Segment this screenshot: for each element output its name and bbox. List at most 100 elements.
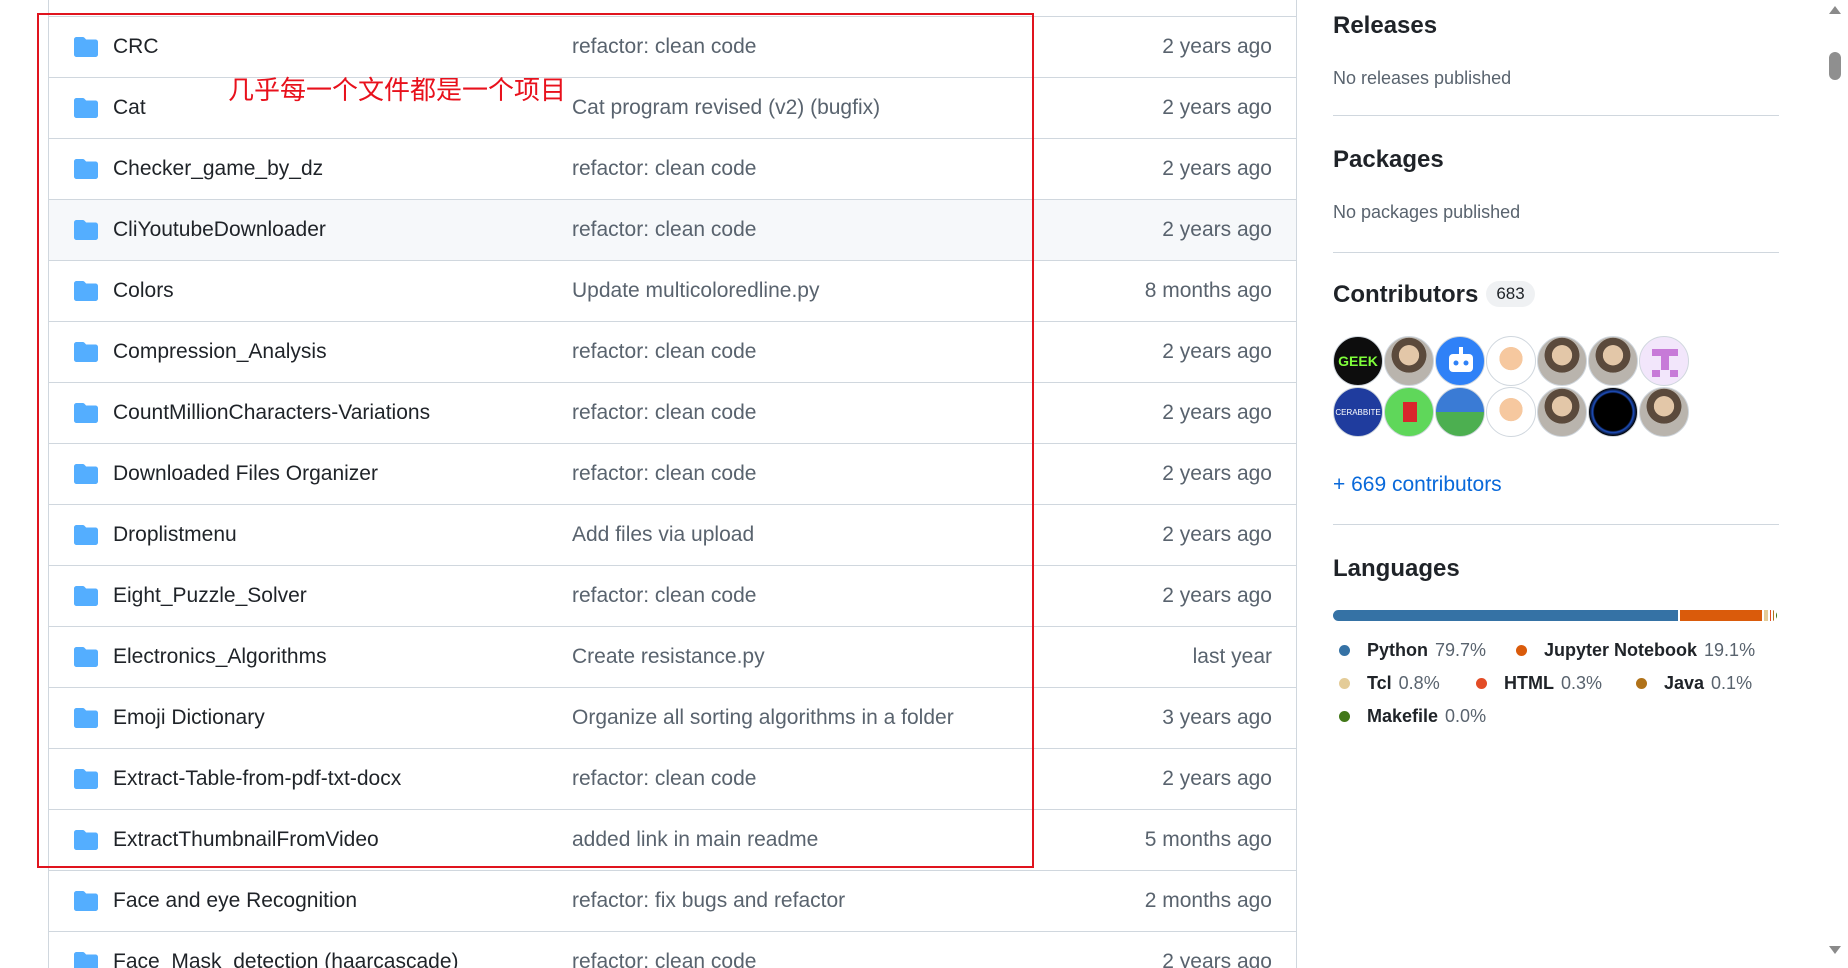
person-photo-avatar[interactable] [1537,336,1587,386]
file-row[interactable]: Emoji Dictionary Organize all sorting alg… [49,688,1296,749]
landscape-avatar[interactable] [1435,387,1485,437]
file-name-link[interactable]: Extract-Table-from-pdf-txt-docx [113,767,401,791]
file-name-link[interactable]: CountMillionCharacters-Variations [113,401,430,425]
file-name-link[interactable]: Compression_Analysis [113,340,327,364]
file-name-link[interactable]: Face and eye Recognition [113,889,357,913]
language-name: Python [1367,640,1428,660]
folder-icon [73,341,99,363]
folder-icon [73,890,99,912]
file-row[interactable]: Extract-Table-from-pdf-txt-docx refactor:… [49,749,1296,810]
file-row[interactable]: CRC refactor: clean code 2 years ago [49,17,1296,78]
person-photo-avatar[interactable] [1537,387,1587,437]
language-item[interactable]: HTML 0.3% [1476,673,1602,694]
commit-message-link[interactable]: refactor: clean code [572,157,756,181]
folder-icon [73,36,99,58]
packages-empty-text: No packages published [1333,202,1521,222]
file-row[interactable]: ExtractThumbnailFromVideo added link in m… [49,810,1296,871]
dark-ring-avatar[interactable] [1588,387,1638,437]
commit-age: 5 months ago [1144,828,1272,851]
releases-section: Releases No releases published [1333,0,1779,116]
file-row[interactable]: Electronics_Algorithms Create resistance.… [49,627,1296,688]
packages-heading[interactable]: Packages [1333,146,1444,174]
folder-icon [73,646,99,668]
file-name-link[interactable]: Eight_Puzzle_Solver [113,584,307,608]
more-contributors-link[interactable]: + 669 contributors [1333,473,1502,497]
person-photo-avatar[interactable] [1639,387,1689,437]
languages-heading: Languages [1333,555,1460,582]
commit-message-link[interactable]: Add files via upload [572,523,754,547]
file-name-link[interactable]: CRC [113,35,159,59]
file-name-link[interactable]: Colors [113,279,174,303]
cartoon-avatar[interactable] [1486,387,1536,437]
language-bar-segment [1775,610,1777,621]
language-name: Java [1664,673,1705,693]
page-scrollbar[interactable] [1820,0,1848,968]
bot-avatar[interactable] [1435,336,1485,386]
scroll-up-arrow-icon[interactable] [1829,6,1841,14]
file-name-link[interactable]: CliYoutubeDownloader [113,218,326,242]
file-row[interactable]: Checker_game_by_dz refactor: clean code 2 … [49,139,1296,200]
language-bar-segment [1772,610,1774,621]
commit-message-link[interactable]: Create resistance.py [572,645,765,669]
person-photo-avatar[interactable] [1588,336,1638,386]
file-name-link[interactable]: Emoji Dictionary [113,706,265,730]
commit-age: 2 years ago [1162,767,1272,790]
commit-message-link[interactable]: Update multicoloredline.py [572,279,819,303]
language-item[interactable]: Makefile 0.0% [1339,706,1486,727]
commit-age: 8 months ago [1144,279,1272,302]
folder-icon [73,829,99,851]
file-row[interactable]: Eight_Puzzle_Solver refactor: clean code 2… [49,566,1296,627]
commit-message-link[interactable]: refactor: clean code [572,462,756,486]
file-row[interactable]: Downloaded Files Organizer refactor: clea… [49,444,1296,505]
releases-heading[interactable]: Releases [1333,12,1437,40]
commit-age: last year [1192,645,1272,668]
commit-message-link[interactable]: refactor: clean code [572,35,756,59]
folder-icon [73,402,99,424]
file-row[interactable]: CliYoutubeDownloader refactor: clean code… [49,200,1296,261]
file-name-link[interactable]: Face_Mask_detection (haarcascade) [113,950,459,968]
file-name-link[interactable]: Cat [113,96,146,120]
language-item[interactable]: Java 0.1% [1636,673,1752,694]
language-item[interactable]: Python 79.7% [1339,640,1486,661]
pixel-avatar[interactable] [1639,336,1689,386]
file-row[interactable]: Colors Update multicoloredline.py 8 months… [49,261,1296,322]
file-name-link[interactable]: Electronics_Algorithms [113,645,327,669]
commit-message-link[interactable]: Cat program revised (v2) (bugfix) [572,96,880,120]
commit-message-link[interactable]: refactor: fix bugs and refactor [572,889,845,913]
person-photo-avatar[interactable] [1384,336,1434,386]
commit-message-link[interactable]: refactor: clean code [572,767,756,791]
commit-message-link[interactable]: refactor: clean code [572,218,756,242]
contributors-divider [1333,524,1779,525]
commit-message-link[interactable]: added link in main readme [572,828,818,852]
file-row[interactable]: Face and eye Recognition refactor: fix bu… [49,871,1296,932]
folder-icon [73,524,99,546]
commit-message-link[interactable]: refactor: clean code [572,401,756,425]
file-row[interactable]: Droplistmenu Add files via upload 2 years … [49,505,1296,566]
green-avatar[interactable] [1384,387,1434,437]
commit-age: 2 years ago [1162,462,1272,485]
scroll-down-arrow-icon[interactable] [1829,946,1841,954]
file-row[interactable]: Face_Mask_detection (haarcascade) refacto… [49,932,1296,968]
language-item[interactable]: Tcl 0.8% [1339,673,1440,694]
commit-message-link[interactable]: refactor: clean code [572,340,756,364]
file-name-link[interactable]: Droplistmenu [113,523,237,547]
commit-message-link[interactable]: refactor: clean code [572,950,756,968]
folder-icon [73,280,99,302]
commit-age: 2 years ago [1162,950,1272,968]
file-row[interactable]: CountMillionCharacters-Variations refacto… [49,383,1296,444]
geek-avatar[interactable]: GEEK [1333,336,1383,386]
annotation-text: 几乎每一个文件都是一个项目 [228,76,567,106]
commit-message-link[interactable]: Organize all sorting algorithms in a fol… [572,706,954,730]
scroll-thumb[interactable] [1829,52,1841,80]
avatar-label: GEEK [1338,353,1378,369]
commit-message-link[interactable]: refactor: clean code [572,584,756,608]
file-name-link[interactable]: Downloaded Files Organizer [113,462,378,486]
file-row[interactable]: Compression_Analysis refactor: clean code… [49,322,1296,383]
cerabbite-avatar[interactable]: CERABBITE [1333,387,1383,437]
language-name: HTML [1504,673,1554,693]
language-item[interactable]: Jupyter Notebook 19.1% [1516,640,1755,661]
cartoon-avatar[interactable] [1486,336,1536,386]
contributors-heading[interactable]: Contributors [1333,281,1478,308]
file-name-link[interactable]: Checker_game_by_dz [113,157,323,181]
file-name-link[interactable]: ExtractThumbnailFromVideo [113,828,379,852]
